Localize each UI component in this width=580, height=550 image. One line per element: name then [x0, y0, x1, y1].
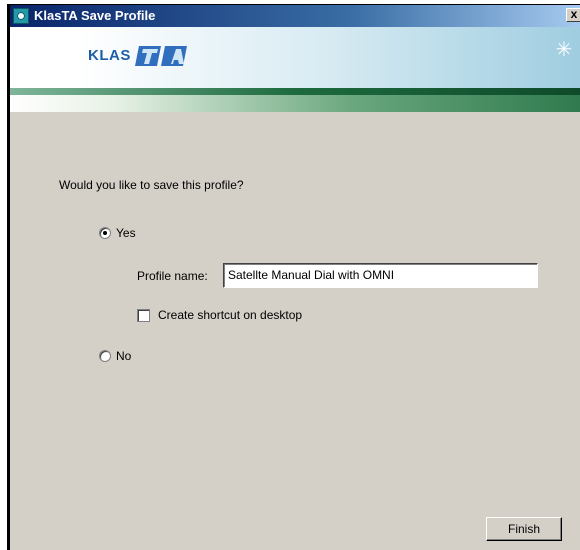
- create-shortcut-checkbox[interactable]: [137, 309, 150, 322]
- no-radio-label[interactable]: No: [116, 349, 131, 363]
- save-profile-window: KlasTA Save Profile x KLAS ✳ Would you l…: [7, 4, 580, 550]
- banner-stripe-dark: [10, 88, 580, 95]
- header-banner: KLAS ✳: [10, 27, 580, 88]
- profile-name-input[interactable]: Satellte Manual Dial with OMNI: [223, 263, 538, 288]
- profile-name-label: Profile name:: [137, 269, 208, 283]
- no-radio[interactable]: [99, 350, 111, 362]
- snowflake-icon: ✳: [555, 39, 573, 61]
- save-question-text: Would you like to save this profile?: [59, 178, 244, 192]
- logo-text: KLAS: [88, 47, 131, 64]
- yes-radio-label[interactable]: Yes: [116, 226, 136, 240]
- yes-radio[interactable]: [99, 227, 111, 239]
- finish-button[interactable]: Finish: [486, 517, 562, 541]
- close-button[interactable]: x: [566, 8, 580, 22]
- title-bar[interactable]: KlasTA Save Profile x: [10, 5, 580, 27]
- window-title: KlasTA Save Profile: [34, 8, 156, 23]
- ta-logo-mark-icon: [135, 46, 187, 66]
- app-icon: [13, 8, 29, 24]
- create-shortcut-label[interactable]: Create shortcut on desktop: [158, 308, 302, 322]
- banner-stripe-light: [10, 95, 580, 112]
